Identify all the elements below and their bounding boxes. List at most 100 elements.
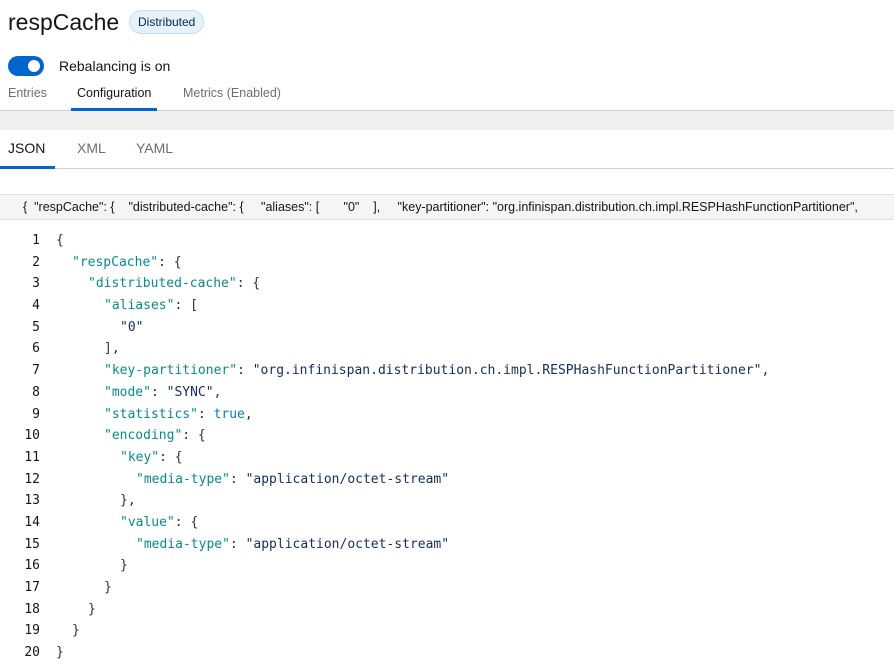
- code-token: ],: [104, 341, 120, 357]
- code-token: :: [150, 384, 167, 400]
- line-content: "encoding": {: [56, 425, 206, 447]
- line-content: }: [56, 577, 112, 599]
- code-token: "application/octet-stream": [245, 536, 450, 552]
- code-line: 4 "aliases": [: [0, 295, 894, 317]
- rebalancing-toggle[interactable]: [8, 56, 44, 76]
- line-content: "mode": "SYNC",: [56, 382, 221, 404]
- code-line: 11 "key": {: [0, 447, 894, 469]
- cache-tabs: Entries Configuration Metrics (Enabled): [0, 80, 894, 111]
- code-line: 6],: [0, 338, 894, 360]
- line-content: "distributed-cache": {: [56, 273, 260, 295]
- code-token: :: [229, 471, 246, 487]
- code-token: :: [197, 406, 214, 422]
- code-token: "key-partitioner": [104, 363, 238, 379]
- line-number: 8: [32, 384, 40, 400]
- tab-configuration[interactable]: Configuration: [71, 80, 158, 111]
- code-token: "media-type": [136, 536, 230, 552]
- json-preview-text: { "respCache": { "distributed-cache": { …: [23, 200, 858, 214]
- cache-type-badge: Distributed: [129, 10, 205, 34]
- line-number: 1: [32, 233, 40, 248]
- tab-entries[interactable]: Entries: [8, 80, 47, 109]
- code-line: 1{: [0, 230, 894, 252]
- line-content: },: [56, 490, 136, 512]
- code-token: },: [120, 493, 136, 509]
- code-token: : {: [158, 254, 182, 270]
- cache-detail-page: respCache Distributed Rebalancing is on …: [0, 0, 894, 668]
- line-number: 12: [24, 471, 40, 487]
- line-content: "0": [56, 317, 143, 339]
- code-line: 16}: [0, 555, 894, 577]
- code-line: 5 "0": [0, 317, 894, 339]
- json-preview-line: { "respCache": { "distributed-cache": { …: [0, 194, 894, 220]
- code-token: true: [213, 406, 245, 422]
- line-content: }: [56, 620, 80, 642]
- tab-configuration-label: Configuration: [77, 86, 152, 100]
- line-number: 14: [24, 514, 40, 530]
- line-number: 19: [24, 623, 40, 639]
- line-content: "key-partitioner": "org.infinispan.distr…: [56, 360, 769, 382]
- line-content: "respCache": {: [56, 252, 182, 274]
- tab-xml[interactable]: XML: [77, 130, 106, 167]
- code-token: "distributed-cache": [88, 276, 237, 292]
- line-content: ],: [56, 338, 120, 360]
- line-number: 9: [32, 406, 40, 422]
- code-line: 20}: [0, 642, 894, 664]
- code-line: 3 "distributed-cache": {: [0, 273, 894, 295]
- code-token: }: [104, 580, 112, 595]
- line-content: }: [56, 555, 128, 577]
- code-token: }: [120, 558, 128, 574]
- code-line: 2 "respCache": {: [0, 252, 894, 274]
- code-line: 18}: [0, 599, 894, 621]
- line-content: }: [56, 642, 64, 664]
- tab-json-label: JSON: [8, 140, 46, 156]
- format-tabs: JSON XML YAML: [0, 130, 894, 169]
- code-line: 8 "mode": "SYNC",: [0, 382, 894, 404]
- code-token: "application/octet-stream": [245, 471, 450, 487]
- line-number: 5: [32, 319, 40, 335]
- code-line: 10 "encoding": {: [0, 425, 894, 447]
- code-line: 9 "statistics": true,: [0, 404, 894, 426]
- line-number: 13: [24, 493, 40, 509]
- code-token: "0": [120, 319, 144, 335]
- line-number: 17: [24, 580, 40, 595]
- code-token: : [: [174, 298, 198, 314]
- line-number: 20: [24, 645, 40, 661]
- page-title: respCache: [8, 9, 120, 35]
- line-number: 4: [32, 298, 40, 314]
- line-content: "statistics": true,: [56, 404, 253, 426]
- line-number: 7: [32, 363, 40, 379]
- tab-metrics[interactable]: Metrics (Enabled): [183, 80, 281, 109]
- code-token: }: [72, 623, 80, 639]
- code-line: 7 "key-partitioner": "org.infinispan.dist…: [0, 360, 894, 382]
- tab-yaml[interactable]: YAML: [136, 130, 173, 167]
- code-line: 12 "media-type": "application/octet-strea…: [0, 469, 894, 491]
- code-token: "aliases": [104, 298, 175, 314]
- line-content: "key": {: [56, 447, 183, 469]
- line-number: 18: [24, 601, 40, 617]
- line-number: 16: [24, 558, 40, 574]
- code-line: 19}: [0, 620, 894, 642]
- code-line: 15 "media-type": "application/octet-strea…: [0, 534, 894, 556]
- active-format-indicator: [0, 166, 56, 169]
- code-editor[interactable]: 1{2 "respCache": {3 "distributed-cache": {…: [0, 230, 894, 668]
- line-content: "aliases": [: [56, 295, 198, 317]
- line-content: {: [56, 230, 64, 252]
- line-content: }: [56, 599, 96, 621]
- code-token: : {: [159, 449, 183, 465]
- code-token: "respCache": [72, 254, 159, 270]
- code-token: {: [56, 233, 64, 248]
- line-number: 15: [24, 536, 40, 552]
- code-token: }: [56, 645, 64, 661]
- code-token: "org.infinispan.distribution.ch.impl.RES…: [252, 363, 762, 379]
- code-token: "statistics": [104, 406, 198, 422]
- line-number: 6: [32, 341, 40, 357]
- code-token: "media-type": [136, 471, 230, 487]
- code-token: ,: [213, 384, 222, 400]
- line-content: "media-type": "application/octet-stream": [56, 534, 449, 556]
- code-token: "encoding": [104, 428, 183, 444]
- code-line: 13},: [0, 490, 894, 512]
- code-token: :: [229, 536, 246, 552]
- tab-json[interactable]: JSON: [0, 130, 56, 169]
- code-token: "mode": [104, 384, 151, 400]
- code-token: "value": [120, 514, 175, 530]
